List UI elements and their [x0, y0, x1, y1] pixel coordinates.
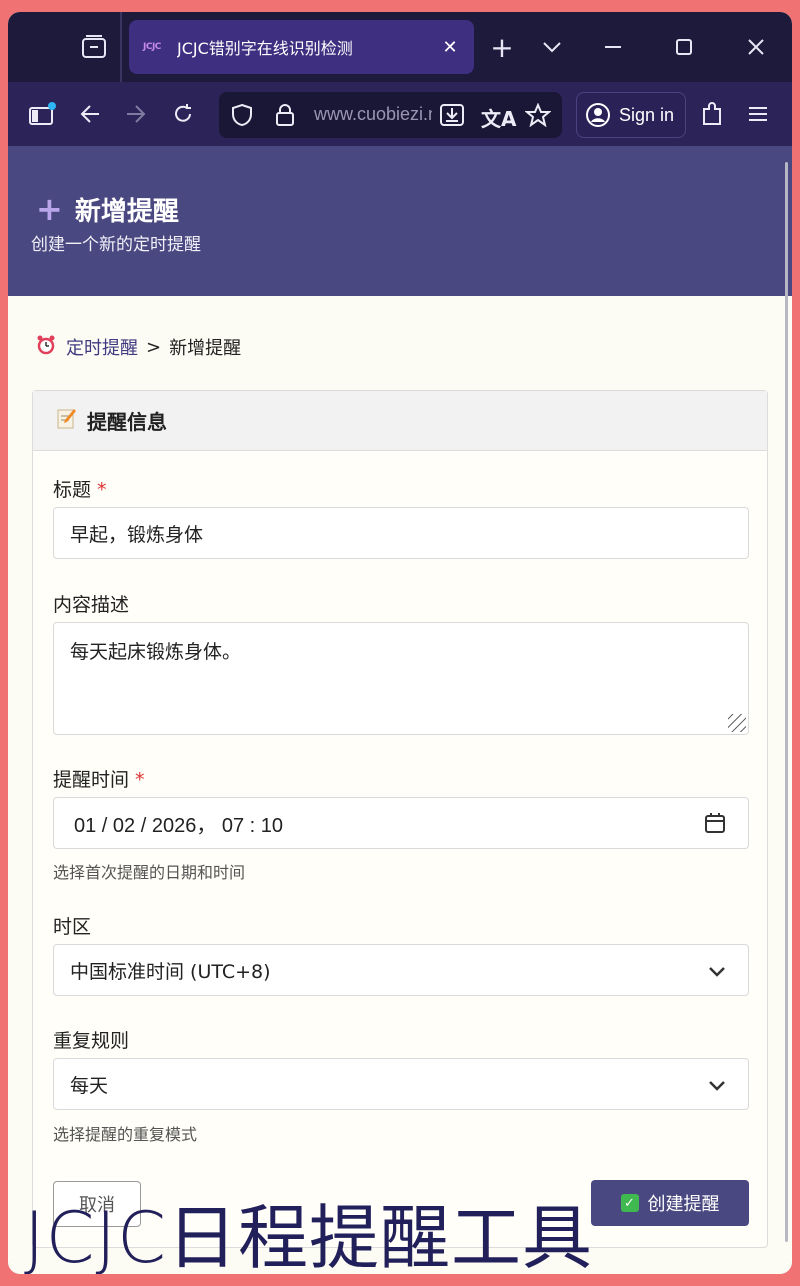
sign-in-button[interactable]: Sign in: [576, 92, 686, 138]
card-header: 提醒信息: [33, 391, 767, 451]
shield-icon[interactable]: [231, 103, 253, 131]
chevron-down-icon[interactable]: [532, 12, 572, 82]
star-icon[interactable]: [524, 102, 552, 131]
required-mark: *: [97, 479, 107, 501]
window-close-icon[interactable]: [736, 12, 776, 82]
page-title-text: 新增提醒: [74, 196, 179, 227]
repeat-help-text: 选择提醒的重复模式: [53, 1125, 198, 1144]
timezone-select[interactable]: 中国标准时间 (UTC+8): [53, 944, 749, 996]
download-icon[interactable]: [439, 103, 465, 131]
site-favicon-icon: JCJC: [143, 42, 161, 52]
timezone-select-value: 中国标准时间 (UTC+8): [70, 960, 271, 983]
calendar-icon[interactable]: [704, 812, 726, 840]
url-text[interactable]: www.cuobiezi.net: [314, 104, 432, 125]
watermark-text: JCJC日程提醒工具: [24, 1197, 594, 1274]
check-icon: ✓: [620, 1194, 639, 1212]
alarm-clock-icon: [36, 335, 56, 360]
minimize-icon[interactable]: [593, 12, 633, 82]
title-input-value: 早起，锻炼身体: [70, 523, 204, 546]
breadcrumb-separator: >: [146, 336, 162, 358]
create-reminder-label: 创建提醒: [647, 1194, 720, 1215]
title-label-text: 标题: [53, 479, 92, 501]
translate-icon[interactable]: 文A: [481, 103, 516, 132]
page-subtitle: 创建一个新的定时提醒: [31, 235, 201, 255]
tab-divider: [120, 12, 122, 82]
repeat-select[interactable]: 每天: [53, 1058, 749, 1110]
chevron-down-icon: [708, 961, 726, 983]
address-bar[interactable]: www.cuobiezi.net 文A: [219, 92, 562, 138]
datetime-input[interactable]: 01 / 02 / 2026， 07 : 10: [53, 797, 749, 849]
browser-toolbar: www.cuobiezi.net 文A Sign in: [8, 82, 792, 146]
breadcrumb: 定时提醒 > 新增提醒: [36, 334, 241, 360]
breadcrumb-link-reminders[interactable]: 定时提醒: [66, 334, 138, 360]
menu-icon[interactable]: [738, 82, 778, 146]
timezone-label: 时区: [53, 916, 92, 938]
content-label: 内容描述: [53, 594, 130, 616]
card-title: 提醒信息: [87, 410, 167, 434]
plus-icon: +: [36, 190, 63, 228]
account-icon: [586, 103, 610, 127]
browser-window: JCJC JCJC错别字在线识别检测 ✕ + www.cuobiezi. 文A …: [8, 12, 792, 1274]
create-reminder-button[interactable]: ✓ 创建提醒: [591, 1180, 749, 1226]
repeat-select-value: 每天: [70, 1074, 109, 1097]
maximize-icon[interactable]: [664, 12, 704, 82]
breadcrumb-current: 新增提醒: [169, 338, 242, 359]
page-header: + 新增提醒 创建一个新的定时提醒: [8, 146, 792, 296]
title-input[interactable]: 早起，锻炼身体: [53, 507, 749, 559]
time-help-text: 选择首次提醒的日期和时间: [53, 863, 246, 882]
lock-icon[interactable]: [275, 103, 295, 131]
tab-close-icon[interactable]: ✕: [440, 37, 460, 58]
repeat-label: 重复规则: [53, 1030, 130, 1052]
page-title: + 新增提醒: [36, 190, 179, 228]
content-textarea-value: 每天起床锻炼身体。: [70, 641, 242, 663]
time-label: 提醒时间 *: [53, 765, 145, 792]
back-icon[interactable]: [70, 82, 110, 146]
required-mark: *: [135, 769, 145, 791]
forward-icon[interactable]: [116, 82, 156, 146]
sidebar-icon[interactable]: [22, 82, 62, 146]
tab-strip: JCJC JCJC错别字在线识别检测 ✕ +: [8, 12, 792, 82]
resize-handle-icon[interactable]: [728, 714, 746, 732]
new-tab-icon[interactable]: +: [482, 12, 522, 82]
content-textarea[interactable]: 每天起床锻炼身体。: [53, 622, 749, 735]
scrollbar[interactable]: [785, 162, 788, 1242]
extensions-icon[interactable]: [692, 82, 732, 146]
memo-icon: [57, 407, 77, 434]
time-label-text: 提醒时间: [53, 769, 130, 791]
tab-title: JCJC错别字在线识别检测: [177, 39, 353, 58]
title-label: 标题 *: [53, 475, 107, 502]
reminder-form-card: 提醒信息 标题 * 早起，锻炼身体 内容描述 每天起床锻炼身体。 提醒时间 * 01…: [32, 390, 768, 1248]
datetime-input-value: 01 / 02 / 2026， 07 : 10: [74, 814, 284, 837]
tab-overview-icon[interactable]: [74, 12, 114, 82]
reload-icon[interactable]: [163, 82, 203, 146]
chevron-down-icon: [708, 1075, 726, 1097]
tab-active[interactable]: JCJC JCJC错别字在线识别检测 ✕: [129, 20, 474, 74]
sign-in-label: Sign in: [619, 104, 675, 125]
